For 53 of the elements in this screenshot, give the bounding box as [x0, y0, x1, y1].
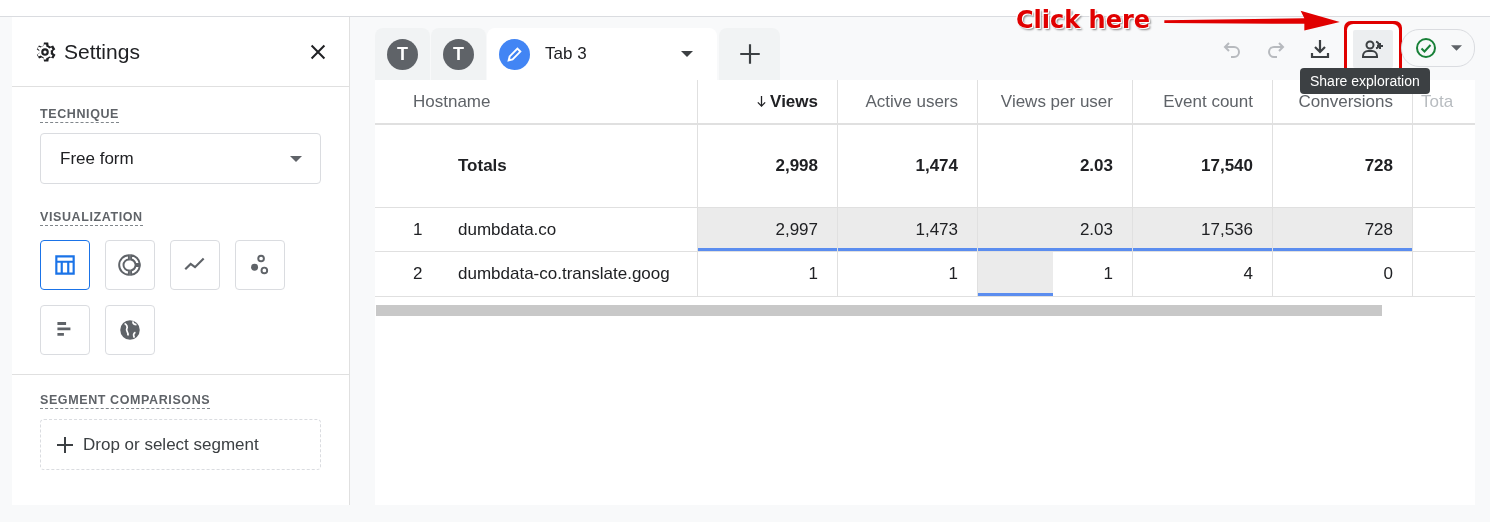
callout-text: Click here — [1016, 6, 1151, 34]
caret-icon — [290, 155, 302, 162]
column-header[interactable]: Hostname — [375, 80, 698, 125]
scrollbar[interactable] — [376, 305, 1382, 316]
table-cell: 1,474 — [915, 156, 958, 176]
table-cell: 2.03 — [1079, 156, 1113, 176]
table-cell: dumbdata-co.translate.goog — [458, 264, 670, 284]
table-cell: 17,540 — [1201, 156, 1253, 176]
tab[interactable]: T — [375, 28, 430, 80]
row-number: 2 — [413, 264, 424, 284]
table-cell: 17,536 — [1201, 219, 1253, 240]
tab[interactable]: T — [431, 28, 486, 80]
donut-chart-icon — [117, 252, 143, 278]
table-cell: 2,998 — [775, 156, 818, 176]
table-cell: 1 — [948, 264, 958, 284]
segment-drop-zone[interactable]: Drop or select segment — [40, 419, 321, 470]
table-cell: 4 — [1243, 264, 1253, 284]
column-header[interactable]: Event count — [1133, 80, 1273, 125]
table-cell: 2.03 — [1079, 219, 1113, 240]
visualization-option[interactable] — [40, 240, 90, 290]
column-header[interactable]: Views per user — [978, 80, 1133, 125]
table-cell: 0 — [1383, 264, 1393, 284]
tooltip: Share exploration — [1300, 68, 1430, 94]
check-circle-icon — [1414, 36, 1439, 60]
table-cell: 728 — [1364, 219, 1393, 240]
column-header[interactable]: Views — [698, 80, 838, 125]
section-label: SEGMENT COMPARISONS — [40, 393, 211, 409]
table-icon — [52, 252, 78, 278]
table-cell: 1,473 — [915, 219, 958, 240]
row-number: 1 — [413, 219, 424, 240]
totals-label: Totals — [458, 156, 507, 176]
pencil-icon — [499, 38, 530, 70]
tab-avatar: T — [387, 38, 418, 70]
add-tab-button[interactable] — [719, 28, 780, 80]
section-label: VISUALIZATION — [40, 210, 143, 226]
plus-icon — [55, 434, 75, 455]
table-cell: 1 — [1103, 264, 1113, 284]
sort-arrow-icon — [756, 95, 768, 108]
tab[interactable]: Tab 3 — [487, 28, 717, 80]
panel-title: Settings — [64, 39, 141, 64]
caret-icon — [681, 51, 693, 57]
section-label: TECHNIQUE — [40, 107, 119, 123]
table-cell: 728 — [1364, 156, 1393, 176]
table-cell: dumbdata.co — [458, 219, 557, 240]
table-cell: 2,997 — [775, 219, 818, 240]
table-cell: 1 — [808, 264, 818, 284]
tab-avatar: T — [443, 38, 474, 70]
caret-icon — [1450, 45, 1462, 51]
download-icon — [1308, 37, 1332, 61]
technique-dropdown[interactable]: Free form — [40, 133, 321, 184]
status-menu-button[interactable] — [1401, 29, 1475, 67]
column-header[interactable]: Active users — [838, 80, 978, 125]
globe-icon — [117, 317, 143, 343]
